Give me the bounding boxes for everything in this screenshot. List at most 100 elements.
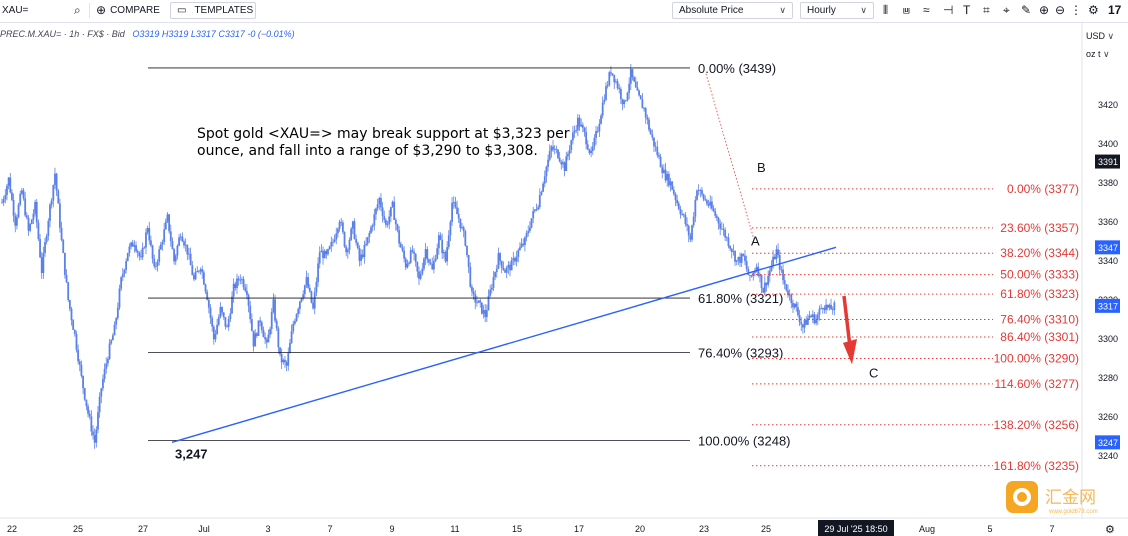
candle-body: [763, 282, 766, 293]
line-tool-icon[interactable]: ⊣: [943, 2, 953, 19]
candle-body: [408, 262, 410, 264]
candle-body: [677, 203, 680, 210]
candle-body: [525, 233, 528, 238]
candle-body: [229, 313, 232, 320]
gear-icon[interactable]: ⚙: [1088, 2, 1099, 19]
candle-body: [732, 251, 735, 252]
candle-body: [527, 231, 530, 234]
candle-body: [102, 378, 104, 389]
candle-body: [150, 240, 152, 246]
candle-body: [519, 247, 521, 250]
candle-body: [386, 224, 389, 226]
brush-icon[interactable]: ✎: [1021, 2, 1031, 19]
price-mode-select[interactable]: Absolute Price ∨: [672, 2, 793, 19]
candle-body: [633, 77, 636, 82]
candle-body: [156, 261, 159, 267]
candle-body: [692, 216, 695, 226]
candle-body: [754, 270, 756, 273]
candle-body: [792, 302, 794, 308]
candle-body: [285, 362, 288, 366]
candle-body: [485, 310, 488, 318]
interval-select[interactable]: Hourly ∨: [800, 2, 874, 19]
candle-body: [78, 361, 81, 365]
candle-body: [194, 272, 197, 280]
candle-body: [494, 272, 497, 278]
candle-body: [40, 257, 43, 273]
candle-body: [648, 119, 650, 130]
pattern-icon[interactable]: ⌖: [1003, 2, 1010, 19]
candle-body: [90, 416, 93, 432]
candle-body: [419, 274, 422, 279]
candle-body: [823, 307, 826, 310]
candle-body: [287, 353, 290, 366]
candle-body: [204, 284, 207, 292]
candle-body: [398, 230, 401, 244]
candle-body: [661, 167, 664, 173]
candle-body: [313, 292, 316, 309]
candle-body: [538, 194, 541, 208]
candle-body: [626, 92, 629, 101]
search-icon[interactable]: ⌕: [74, 2, 81, 19]
fib-extension-label: 114.60% (3277): [994, 377, 1079, 391]
candle-body: [140, 256, 142, 258]
candle-body: [158, 249, 161, 262]
y-tick-label: 3420: [1098, 100, 1118, 110]
candle-body: [262, 330, 265, 338]
candle-body: [217, 317, 220, 325]
zoom-out-icon[interactable]: ⊖: [1055, 2, 1065, 19]
wave-icon[interactable]: ≈: [923, 2, 930, 19]
candle-body: [62, 239, 65, 253]
candle-body: [196, 270, 199, 273]
currency-select[interactable]: USD ∨: [1086, 31, 1114, 42]
candle-body: [797, 307, 799, 316]
x-tick-label: 15: [512, 524, 522, 534]
candle-body: [619, 89, 622, 100]
compare-button[interactable]: ⊕ COMPARE: [96, 2, 160, 19]
more-icon[interactable]: ⋮: [1070, 2, 1082, 19]
candle-body: [380, 197, 382, 208]
y-tick-label: 3380: [1098, 178, 1118, 188]
folder-icon: ▭: [177, 5, 187, 16]
zoom-in-icon[interactable]: ⊕: [1039, 2, 1049, 19]
candle-body: [773, 256, 776, 260]
candle-body: [811, 314, 814, 318]
candles-icon[interactable]: ⫴: [883, 2, 888, 19]
candle-body: [227, 319, 230, 328]
candle-body: [770, 265, 773, 271]
candle-body: [39, 239, 41, 258]
candle-body: [199, 269, 202, 272]
x-tick-label: Jul: [198, 524, 210, 534]
candle-body: [17, 204, 20, 218]
candle-body: [100, 388, 103, 397]
candle-body: [570, 140, 573, 150]
candle-body: [778, 254, 781, 270]
candle-body: [543, 176, 546, 184]
symbol-input[interactable]: XAU=: [2, 2, 66, 19]
candle-body: [383, 216, 386, 221]
unit-select[interactable]: oz t ∨: [1086, 49, 1110, 60]
candle-body: [573, 130, 576, 133]
measure-icon[interactable]: ⌗: [983, 2, 990, 19]
candle-body: [373, 214, 376, 226]
x-tick-label: 23: [699, 524, 709, 534]
candle-body: [742, 253, 745, 256]
y-tick-label: 3340: [1098, 256, 1118, 266]
candle-body: [138, 252, 141, 257]
candle-body: [7, 177, 10, 186]
candle-body: [487, 295, 490, 311]
text-tool-icon[interactable]: T: [963, 2, 970, 19]
candle-body: [274, 299, 276, 321]
chevron-down-icon: ∨: [779, 5, 786, 15]
y-tick-label: 3260: [1098, 412, 1118, 422]
candle-body: [164, 221, 167, 230]
candle-body: [600, 115, 602, 124]
candle-body: [664, 169, 667, 181]
candle-body: [284, 359, 286, 363]
indicators-icon[interactable]: ⩏: [903, 2, 910, 19]
candle-body: [30, 219, 33, 224]
candle-body: [207, 299, 210, 308]
candle-body: [444, 251, 447, 262]
price-chart[interactable]: 0.00% (3439) 61.80% (3321) 76.40% (3293) 10…: [0, 0, 1128, 536]
candle-body: [611, 73, 614, 75]
templates-button[interactable]: ▭ TEMPLATES: [170, 2, 256, 19]
